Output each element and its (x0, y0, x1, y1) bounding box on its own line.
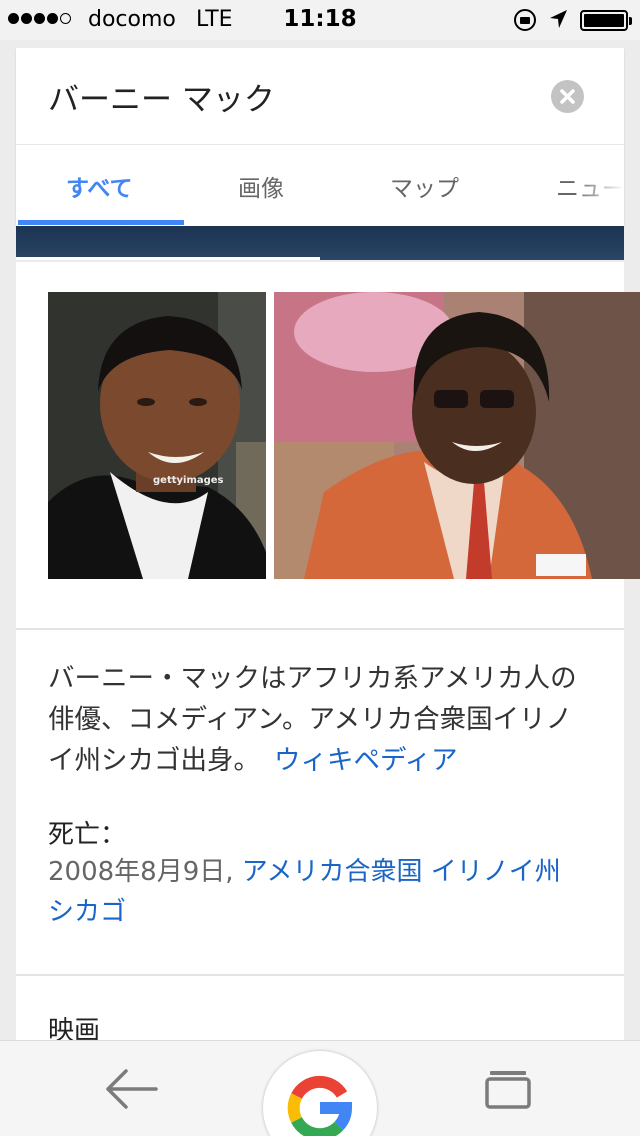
search-query-text[interactable]: バーニー マック (48, 74, 275, 119)
person-photo-1[interactable]: gettyimages (48, 292, 266, 579)
tabs-fade (574, 145, 624, 226)
tabs-icon[interactable] (484, 1067, 532, 1111)
status-time: 11:18 (283, 6, 357, 32)
tab-maps[interactable]: マップ (390, 169, 459, 203)
clear-search-button[interactable] (551, 80, 584, 113)
active-tab-indicator (18, 220, 184, 225)
death-label: 死亡： (48, 820, 127, 850)
divider (16, 974, 624, 976)
death-value: 2008年8月9日, アメリカ合衆国 イリノイ州 シカゴ (48, 852, 593, 932)
death-date: 2008年8月9日, (48, 857, 234, 887)
person-photo-1-graphic (48, 292, 266, 579)
knowledge-panel: gettyimages バーニー・マックはアフリカ系アメリカ人の俳優、コメディア… (16, 262, 640, 1062)
google-search-button[interactable] (263, 1051, 377, 1136)
bottom-navigation-bar (0, 1040, 640, 1136)
search-card: バーニー マック すべて 画像 マップ ニュー (16, 48, 624, 226)
divider (16, 628, 624, 630)
photo-watermark: gettyimages (153, 475, 224, 486)
tab-all[interactable]: すべて (66, 169, 132, 203)
entity-description: バーニー・マックはアフリカ系アメリカ人の俳優、コメディアン。アメリカ合衆国イリノ… (48, 658, 588, 781)
back-arrow-icon[interactable] (104, 1065, 160, 1113)
person-photo-2[interactable] (274, 292, 640, 579)
search-tabs: すべて 画像 マップ ニュー (16, 145, 624, 226)
battery-level (584, 14, 624, 27)
wikipedia-link[interactable]: ウィキペディア (274, 745, 458, 776)
status-bar: docomo LTE 11:18 (0, 0, 640, 40)
location-icon (550, 10, 567, 28)
image-carousel[interactable]: gettyimages (16, 262, 640, 628)
orientation-lock-icon (514, 9, 536, 31)
clear-icon (560, 89, 575, 104)
progress-indicator (16, 257, 320, 260)
google-g-icon (287, 1075, 353, 1136)
tab-images[interactable]: 画像 (238, 169, 284, 203)
person-photo-2-graphic (274, 292, 640, 579)
battery-icon (580, 10, 632, 31)
header-strip (16, 226, 624, 260)
